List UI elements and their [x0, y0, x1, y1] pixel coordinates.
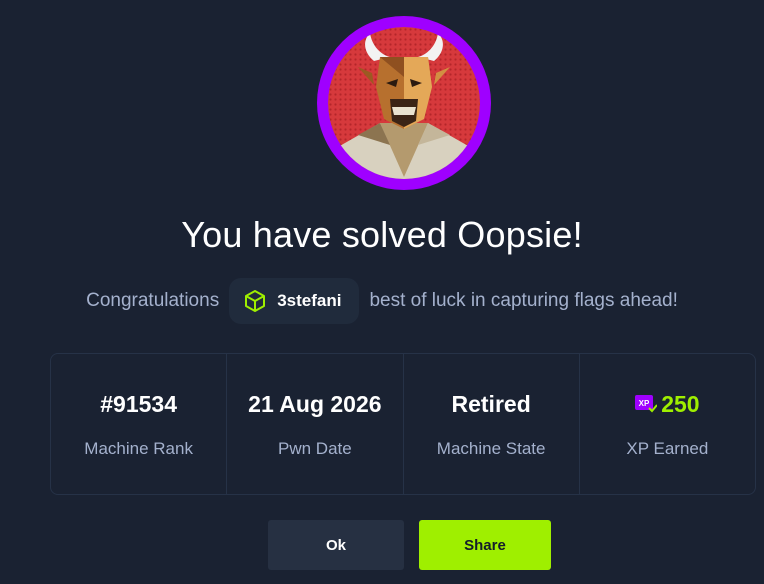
- stat-xp-earned: XP 250 XP Earned: [580, 354, 755, 494]
- stat-label: Machine State: [436, 439, 546, 458]
- stat-value: 21 Aug 2026: [248, 390, 382, 417]
- congrats-prefix: Congratulations: [86, 290, 220, 311]
- stats-panel: #91534 Machine Rank 21 Aug 2026 Pwn Date…: [50, 353, 756, 495]
- stat-label: Machine Rank: [84, 439, 193, 458]
- stat-label: XP Earned: [626, 439, 709, 458]
- username: 3stefani: [277, 291, 342, 310]
- xp-badge-icon: XP: [635, 395, 658, 413]
- success-title: You have solved Oopsie!: [181, 214, 583, 255]
- share-button[interactable]: Share: [419, 520, 551, 570]
- svg-text:XP: XP: [639, 399, 650, 408]
- stat-machine-state: Retired Machine State: [404, 354, 580, 494]
- ok-button[interactable]: Ok: [268, 520, 404, 570]
- stat-value: #91534: [100, 390, 177, 417]
- cube-icon: [243, 289, 267, 313]
- stat-value: Retired: [451, 390, 531, 417]
- stat-machine-rank: #91534 Machine Rank: [51, 354, 228, 494]
- user-chip[interactable]: 3stefani: [229, 278, 360, 324]
- bull-avatar-icon: [328, 27, 480, 179]
- congrats-message: Congratulations 3stefani best of luck in…: [0, 278, 764, 324]
- congrats-suffix: best of luck in capturing flags ahead!: [369, 290, 678, 311]
- machine-avatar: [317, 16, 491, 190]
- stat-label: Pwn Date: [278, 439, 352, 458]
- xp-value: 250: [661, 390, 700, 417]
- stat-pwn-date: 21 Aug 2026 Pwn Date: [227, 354, 404, 494]
- xp-value-row: XP 250: [635, 389, 700, 419]
